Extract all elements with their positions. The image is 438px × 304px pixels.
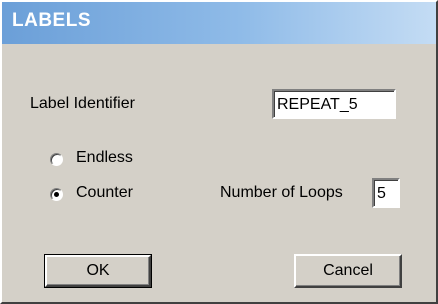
ok-button-label: OK [86, 262, 110, 279]
endless-radio-button[interactable] [50, 153, 63, 166]
counter-radio-button[interactable] [50, 188, 63, 201]
ok-button[interactable]: OK [44, 254, 152, 288]
title-bar[interactable]: LABELS [2, 2, 436, 44]
cancel-button[interactable]: Cancel [294, 254, 402, 288]
radio-selected-dot [54, 192, 59, 197]
number-of-loops-caption: Number of Loops [220, 184, 343, 201]
cancel-button-label: Cancel [323, 262, 373, 279]
label-identifier-input[interactable] [272, 89, 396, 119]
dialog-title: LABELS [12, 10, 91, 31]
label-identifier-caption: Label Identifier [30, 95, 135, 112]
number-of-loops-input[interactable] [372, 178, 400, 208]
labels-dialog: LABELS Label Identifier Endless Counter … [0, 0, 438, 304]
counter-radio-label[interactable]: Counter [76, 184, 133, 202]
endless-radio-label[interactable]: Endless [76, 149, 133, 167]
